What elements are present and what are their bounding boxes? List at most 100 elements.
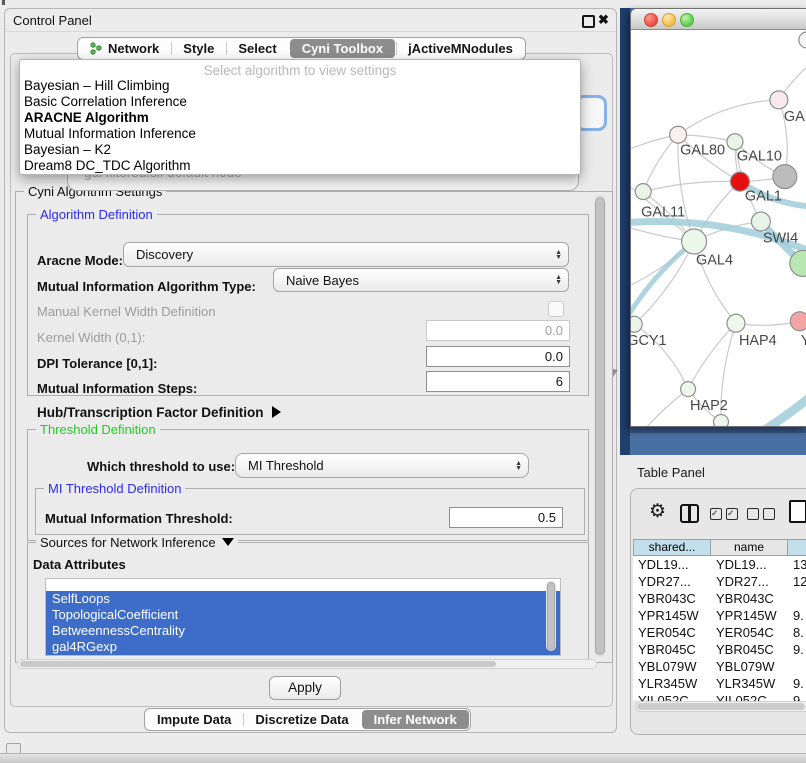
manual-kernel-width-checkbox[interactable]: [548, 301, 564, 317]
network-edge[interactable]: [634, 241, 694, 324]
network-node-galX[interactable]: [770, 91, 788, 109]
tab-cyni-toolbox[interactable]: Cyni Toolbox: [290, 39, 395, 58]
list-item[interactable]: BetweennessCentrality: [46, 623, 560, 639]
table-cell: YDR27...: [633, 573, 711, 590]
kernel-width-field[interactable]: 0.0: [426, 320, 570, 341]
minimize-traffic-light-icon[interactable]: [662, 13, 676, 27]
algorithm-option-1[interactable]: Bayesian – Hill Climbing: [24, 78, 574, 94]
table-cell: YBR045C: [633, 641, 711, 658]
table-row[interactable]: YLR345WYLR345W9.: [633, 675, 806, 692]
tab-network[interactable]: Network: [78, 38, 171, 59]
algorithm-option-5[interactable]: Bayesian – K2: [24, 142, 574, 158]
network-node-gal11[interactable]: [635, 184, 651, 200]
scrollbar-thumb[interactable]: [637, 703, 805, 710]
checked-checkbox-icon[interactable]: [710, 508, 722, 520]
network-node-gcy1[interactable]: [631, 316, 642, 332]
unchecked-checkbox-icon[interactable]: [763, 508, 775, 520]
column-header[interactable]: A: [788, 539, 806, 556]
network-node-nB[interactable]: [714, 415, 729, 426]
checked-checkbox-icon[interactable]: [726, 508, 738, 520]
table-row[interactable]: YBL079WYBL079W: [633, 658, 806, 675]
table-horizontal-scrollbar[interactable]: [635, 701, 806, 712]
algorithm-option-4[interactable]: Mutual Information Inference: [24, 126, 574, 142]
table-cell: 9.: [788, 675, 806, 692]
sources-toggle[interactable]: Sources for Network Inference: [36, 535, 238, 550]
tab-impute-data[interactable]: Impute Data: [145, 709, 243, 730]
which-threshold-combobox[interactable]: MI Threshold: [235, 453, 529, 478]
table-cell: YER054C: [711, 624, 788, 641]
close-icon[interactable]: ✖: [598, 12, 609, 28]
settings-vertical-scrollbar[interactable]: [594, 195, 606, 657]
network-node-gray1[interactable]: [773, 165, 797, 189]
tab-discretize-data[interactable]: Discretize Data: [243, 709, 360, 730]
column-header[interactable]: shared...: [633, 539, 711, 556]
data-attributes-list[interactable]: SelfLoops TopologicalCoefficient Between…: [45, 578, 561, 656]
network-canvas[interactable]: GALGAL80GAL10GAL1GAL11SWI4GAL4GCY1HAP4YH…: [631, 30, 806, 426]
unchecked-checkbox-icon[interactable]: [747, 508, 759, 520]
close-traffic-light-icon[interactable]: [644, 13, 658, 27]
table-row[interactable]: YIL052CYIL052C9.: [633, 692, 806, 701]
scrollbar-thumb[interactable]: [20, 661, 496, 667]
list-item[interactable]: gal4RGexp: [46, 639, 560, 655]
algorithm-option-3[interactable]: ARACNE Algorithm: [24, 110, 574, 126]
network-node-gal10[interactable]: [727, 134, 743, 150]
network-edge[interactable]: [643, 181, 740, 191]
network-node-gal4[interactable]: [682, 229, 707, 254]
settings-horizontal-scrollbar[interactable]: [17, 659, 597, 669]
network-node-salmon[interactable]: [790, 312, 806, 331]
aracne-mode-combobox[interactable]: Discovery: [123, 242, 569, 267]
algorithm-option-6[interactable]: Dream8 DC_TDC Algorithm: [24, 158, 574, 174]
table-row[interactable]: YBR045CYBR045C9.: [633, 641, 806, 658]
network-node-label: GAL10: [737, 149, 782, 165]
network-node-label: SWI4: [763, 230, 798, 246]
table-row[interactable]: YDR27...YDR27...12: [633, 573, 806, 590]
tab-select[interactable]: Select: [226, 38, 288, 59]
network-edge[interactable]: [643, 135, 678, 192]
table-header-row: shared...nameA: [633, 539, 806, 556]
list-vertical-scrollbar[interactable]: [546, 581, 556, 651]
network-node-gal80[interactable]: [670, 126, 687, 143]
tab-label: Impute Data: [157, 712, 231, 727]
network-window-titlebar[interactable]: [631, 9, 806, 30]
network-edge-thick[interactable]: [757, 395, 806, 426]
scrollbar-thumb[interactable]: [547, 582, 555, 650]
combobox-value: Naive Bayes: [286, 273, 359, 288]
table-row[interactable]: YER054CYER054C8.: [633, 624, 806, 641]
mi-algorithm-type-combobox[interactable]: Naive Bayes: [273, 268, 569, 292]
tab-label: Style: [183, 41, 214, 56]
tab-infer-network[interactable]: Infer Network: [362, 710, 469, 729]
apply-button[interactable]: Apply: [269, 676, 341, 700]
stepper-icon: [555, 250, 562, 260]
network-edge[interactable]: [688, 323, 736, 389]
network-node-nTR[interactable]: [799, 32, 806, 48]
expanded-arrow-icon: [222, 538, 234, 546]
tab-style[interactable]: Style: [171, 38, 226, 59]
dpi-tolerance-field[interactable]: 0.0: [426, 346, 570, 367]
gear-icon[interactable]: ⚙: [649, 502, 666, 521]
tab-jactivemnodules[interactable]: jActiveMNodules: [396, 38, 525, 59]
network-node-swi4[interactable]: [751, 212, 770, 231]
scrollbar-thumb[interactable]: [595, 197, 605, 655]
list-item[interactable]: TopologicalCoefficient: [46, 607, 560, 623]
network-edge[interactable]: [678, 100, 779, 135]
table-row[interactable]: YPR145WYPR145W9.: [633, 607, 806, 624]
network-node-hap4[interactable]: [727, 314, 745, 332]
node-table[interactable]: shared...nameAYDL19...YDL19...13YDR27...…: [633, 539, 806, 701]
network-node-hap2[interactable]: [681, 382, 696, 397]
table-cell: YIL052C: [633, 692, 711, 701]
mi-threshold-field[interactable]: 0.5: [449, 507, 563, 528]
table-row[interactable]: YBR043CYBR043C: [633, 590, 806, 607]
list-item[interactable]: SelfLoops: [46, 591, 560, 607]
new-document-icon[interactable]: [789, 500, 806, 523]
zoom-traffic-light-icon[interactable]: [680, 13, 694, 27]
algorithm-option-2[interactable]: Basic Correlation Inference: [24, 94, 574, 110]
column-header[interactable]: name: [711, 539, 788, 556]
mi-steps-field[interactable]: 6: [426, 371, 570, 392]
float-window-icon[interactable]: [582, 15, 595, 28]
dropdown-prompt: Select algorithm to view settings: [20, 63, 580, 78]
hub-definition-toggle[interactable]: Hub/Transcription Factor Definition: [37, 405, 281, 420]
table-cell: YER054C: [633, 624, 711, 641]
table-row[interactable]: YDL19...YDL19...13: [633, 556, 806, 573]
network-edge[interactable]: [641, 389, 688, 426]
split-view-icon[interactable]: [680, 504, 699, 523]
